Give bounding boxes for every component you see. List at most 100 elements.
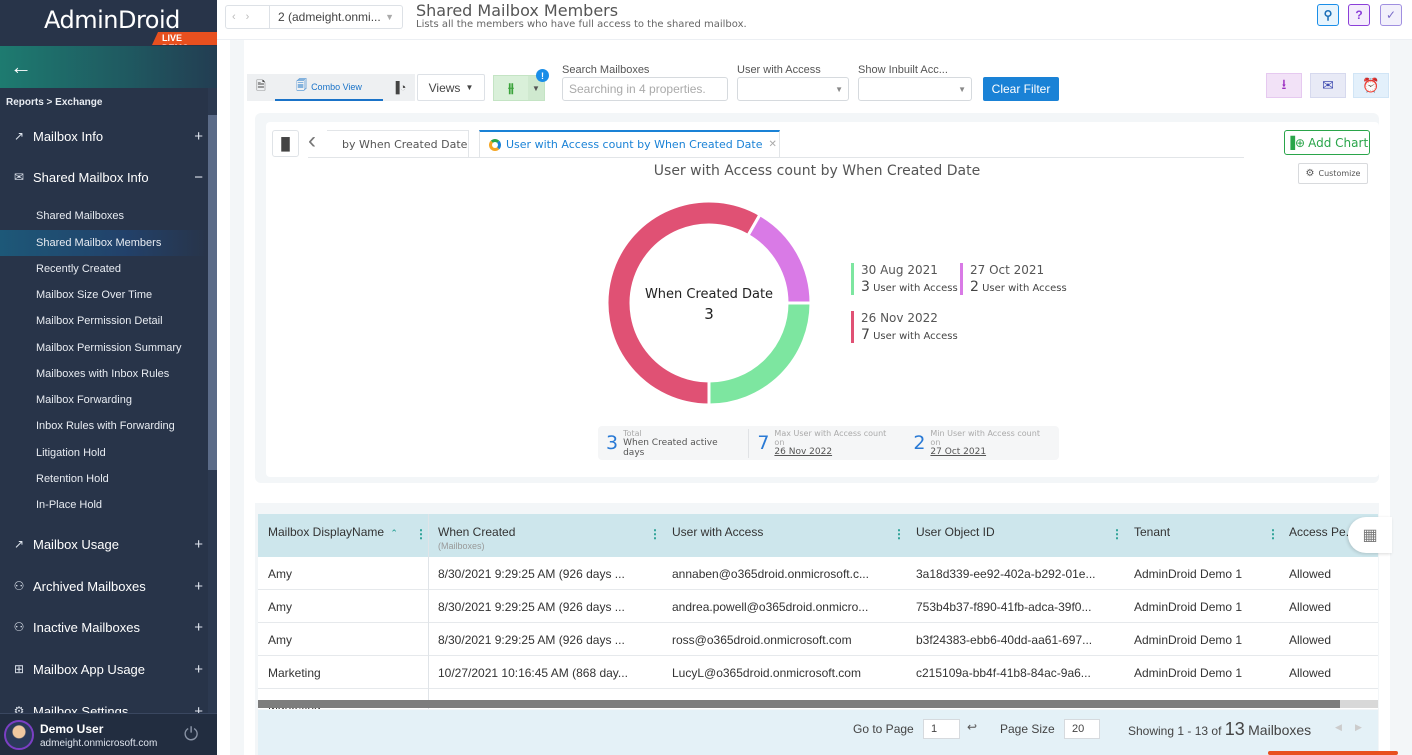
- column-header[interactable]: Tenant ⋮: [1124, 514, 1279, 557]
- sort-asc-icon[interactable]: ⌃: [390, 528, 398, 538]
- expand-icon[interactable]: +: [194, 536, 203, 553]
- table-row[interactable]: Amy 8/30/2021 9:29:25 AM (926 days ... ros…: [258, 623, 1378, 656]
- tab-chart-view[interactable]: ▐◔: [383, 74, 415, 101]
- expand-icon[interactable]: +: [194, 128, 203, 145]
- document-icon: 🗎: [256, 79, 266, 93]
- avatar[interactable]: [4, 720, 34, 750]
- column-label: When Created: [438, 525, 516, 539]
- breadcrumb[interactable]: Reports > Exchange: [6, 97, 102, 108]
- table-cell: AdminDroid Demo 1: [1134, 599, 1243, 614]
- sidebar-group-archived-mailboxes[interactable]: ⚇ Archived Mailboxes +: [0, 574, 208, 598]
- legend-item[interactable]: 26 Nov 2022 7 User with Access: [851, 311, 958, 343]
- table-row[interactable]: Amy 8/30/2021 9:29:25 AM (926 days ... and…: [258, 590, 1378, 623]
- sidebar-group-mailbox-app-usage[interactable]: ⊞ Mailbox App Usage +: [0, 657, 208, 681]
- sidebar-item-mailbox-permission-summary[interactable]: Mailbox Permission Summary: [0, 335, 208, 361]
- legend-item[interactable]: 27 Oct 2021 2 User with Access: [960, 263, 1067, 295]
- schedule-button[interactable]: ⏰: [1353, 73, 1389, 98]
- sidebar-item-shared-mailboxes[interactable]: Shared Mailboxes: [0, 203, 208, 229]
- column-settings-button[interactable]: ▦: [1348, 517, 1392, 553]
- sidebar-group-inactive-mailboxes[interactable]: ⚇ Inactive Mailboxes +: [0, 615, 208, 639]
- column-menu-icon[interactable]: ⋮: [415, 527, 427, 541]
- expand-icon[interactable]: +: [194, 661, 203, 678]
- chart-panel: ▐▌ ‹ by When Created Date User with Acce…: [255, 113, 1379, 483]
- chart-tab[interactable]: by When Created Date: [327, 130, 469, 157]
- sidebar-scroll-thumb[interactable]: [208, 115, 217, 470]
- table-row[interactable]: Marketing 10/27/2021 10:16:45 AM (868 day…: [258, 656, 1378, 689]
- sidebar-item-mailboxes-with-inbox-rules[interactable]: Mailboxes with Inbox Rules: [0, 361, 208, 387]
- inbuilt-access-select[interactable]: ▼: [858, 77, 972, 101]
- prev-page-button[interactable]: ◀: [1335, 722, 1342, 733]
- page-title: Shared Mailbox Members: [416, 1, 619, 20]
- sidebar-item-mailbox-forwarding[interactable]: Mailbox Forwarding: [0, 387, 208, 413]
- add-chart-button[interactable]: ▐⊕ Add Chart: [1284, 130, 1370, 155]
- table-cell: Amy: [268, 632, 292, 647]
- stat-max: 7 Max User with Access count on 26 Nov 20…: [749, 429, 905, 457]
- sidebar-item-retention-hold[interactable]: Retention Hold: [0, 466, 208, 492]
- combo-view-icon: 🗐: [296, 80, 308, 92]
- sidebar-item-litigation-hold[interactable]: Litigation Hold: [0, 440, 208, 466]
- sidebar-item-in-place-hold[interactable]: In-Place Hold: [0, 492, 208, 518]
- table-cell: Allowed: [1289, 632, 1332, 647]
- back-button[interactable]: ←: [0, 46, 217, 88]
- horizontal-scrollbar-thumb[interactable]: [258, 700, 1340, 708]
- sidebar-group-label: Shared Mailbox Info: [33, 169, 149, 185]
- sidebar-item-mailbox-size-over-time[interactable]: Mailbox Size Over Time: [0, 282, 208, 308]
- chevron-left-icon[interactable]: ‹: [232, 11, 236, 23]
- help-button[interactable]: ?: [1348, 4, 1370, 26]
- expand-icon[interactable]: +: [194, 578, 203, 595]
- sidebar-item-mailbox-permission-detail[interactable]: Mailbox Permission Detail: [0, 308, 208, 334]
- legend-item[interactable]: 30 Aug 2021 3 User with Access: [851, 263, 958, 295]
- search-icon: ⚲: [1323, 8, 1333, 22]
- brand-logo[interactable]: AdminDroid: [44, 6, 180, 34]
- sidebar-group-shared-mailbox-info[interactable]: ✉ Shared Mailbox Info −: [0, 165, 208, 189]
- stat-link[interactable]: 26 Nov 2022: [774, 447, 897, 457]
- page-size-input[interactable]: 20: [1064, 719, 1100, 739]
- chart-tab-active[interactable]: User with Access count by When Created D…: [479, 130, 780, 157]
- tab-combo-view[interactable]: 🗐 Combo View: [275, 74, 383, 101]
- column-header[interactable]: User Object ID ⋮: [906, 514, 1124, 557]
- power-icon[interactable]: ⏻: [184, 724, 198, 745]
- chart-type-button[interactable]: ▐▌: [272, 130, 299, 157]
- close-icon[interactable]: ✕: [768, 139, 776, 150]
- next-page-button[interactable]: ▶: [1355, 722, 1362, 733]
- column-header[interactable]: User with Access ⋮: [662, 514, 906, 557]
- table-row[interactable]: Amy 8/30/2021 9:29:25 AM (926 days ... ann…: [258, 557, 1378, 590]
- legend-date: 26 Nov 2022: [861, 311, 938, 325]
- clear-filter-button[interactable]: Clear Filter: [983, 77, 1059, 101]
- sidebar-item-inbox-rules-with-forwarding[interactable]: Inbox Rules with Forwarding: [0, 413, 208, 439]
- status-button[interactable]: ✓: [1380, 4, 1402, 26]
- stat-link[interactable]: 27 Oct 2021: [930, 447, 1051, 457]
- stat-min: 2 Min User with Access count on 27 Oct 20…: [905, 429, 1059, 457]
- collapse-icon[interactable]: −: [194, 169, 203, 186]
- report-toolbar: 🗎 🗐 Combo View ▐◔ Views ▼ ⫵ ▼ ! Search Ma…: [244, 54, 1390, 106]
- column-menu-icon[interactable]: ⋮: [1111, 527, 1123, 541]
- user-access-select[interactable]: ▼: [737, 77, 849, 101]
- table-header: Mailbox DisplayName ⌃ ⋮ When Created (Mail…: [258, 514, 1378, 557]
- sidebar-group-mailbox-info[interactable]: ↗ Mailbox Info +: [0, 124, 208, 148]
- tab-scroll-left[interactable]: ‹: [308, 127, 316, 155]
- tenant-selector[interactable]: ‹ › 2 (admeight.onmi... ▼: [225, 5, 403, 29]
- column-header[interactable]: Mailbox DisplayName ⌃ ⋮: [258, 514, 428, 557]
- sidebar-group-label: Mailbox Info: [33, 128, 104, 144]
- chevron-right-icon[interactable]: ›: [246, 11, 250, 23]
- search-button[interactable]: ⚲: [1317, 4, 1339, 26]
- export-button[interactable]: ⭳: [1266, 73, 1302, 98]
- tab-table-view[interactable]: 🗎: [247, 74, 275, 101]
- goto-page-input[interactable]: 1: [923, 719, 960, 739]
- download-icon: ⭳: [1281, 75, 1287, 92]
- enter-icon[interactable]: ↩: [967, 720, 977, 734]
- sidebar-item-shared-mailbox-members[interactable]: Shared Mailbox Members: [0, 230, 208, 256]
- horizontal-scrollbar-track[interactable]: [1340, 700, 1378, 708]
- expand-icon[interactable]: +: [194, 619, 203, 636]
- sidebar-item-recently-created[interactable]: Recently Created: [0, 256, 208, 282]
- column-menu-icon[interactable]: ⋮: [893, 527, 905, 541]
- sidebar-group-mailbox-usage[interactable]: ↗ Mailbox Usage +: [0, 532, 208, 556]
- column-menu-icon[interactable]: ⋮: [1267, 527, 1279, 541]
- help-icon: ?: [1355, 8, 1363, 22]
- table-cell: Marketing: [268, 665, 321, 680]
- column-header[interactable]: When Created (Mailboxes) ⋮: [428, 514, 662, 557]
- views-dropdown[interactable]: Views ▼: [417, 74, 485, 101]
- column-menu-icon[interactable]: ⋮: [649, 527, 661, 541]
- email-button[interactable]: ✉: [1310, 73, 1346, 98]
- search-input[interactable]: Searching in 4 properties.: [562, 77, 728, 101]
